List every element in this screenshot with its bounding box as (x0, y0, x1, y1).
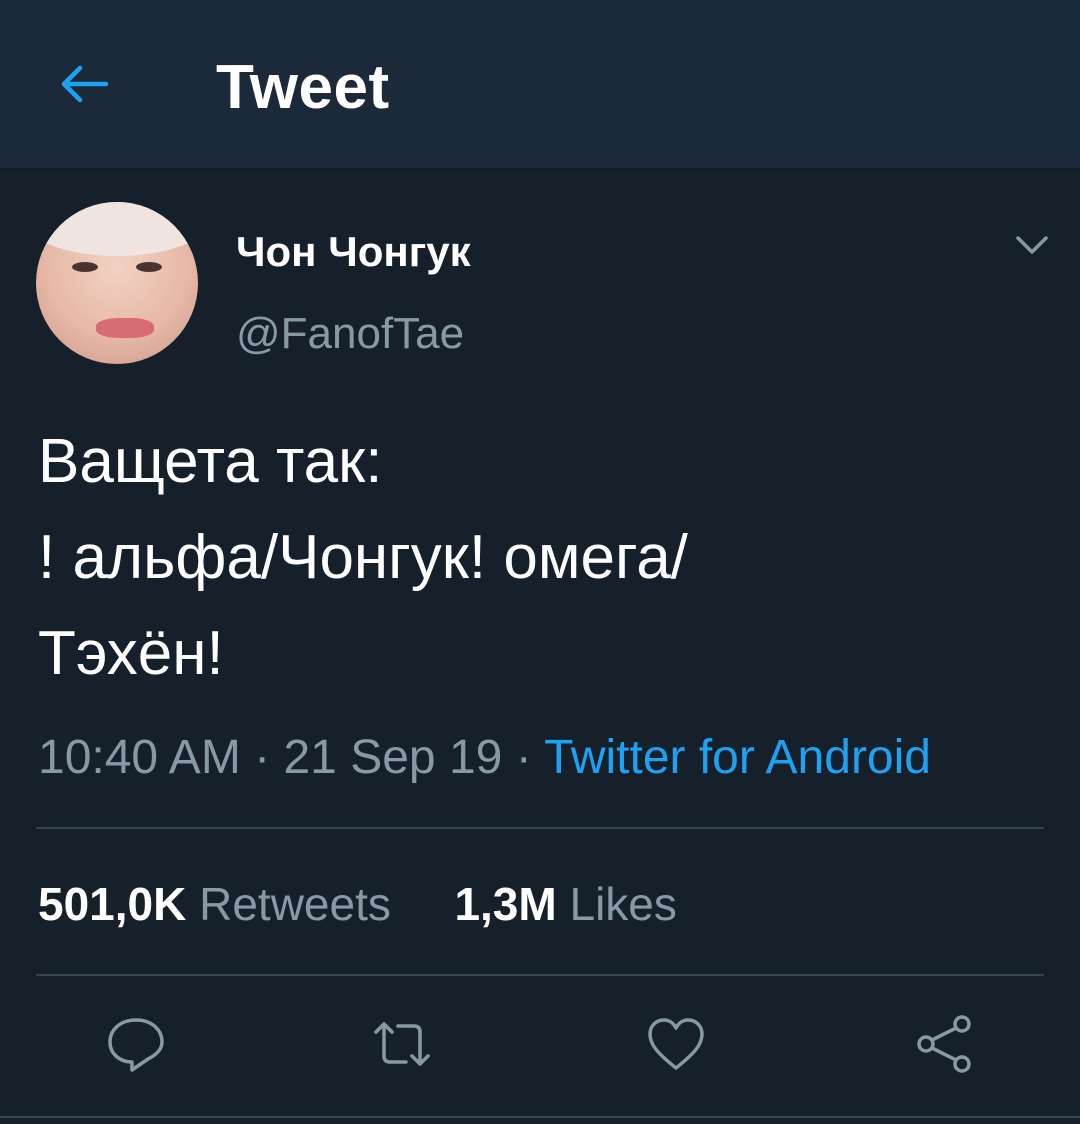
tweet-stats: 501,0K Retweets 1,3M Likes (38, 874, 677, 934)
divider (36, 974, 1044, 976)
author-handle[interactable]: @FanofTae (236, 308, 464, 360)
tweet-text-line: Тэхён! (38, 619, 224, 688)
author-display-name[interactable]: Чон Чонгук (236, 226, 471, 278)
tweet-text: Ващета так: ! альфа/Чонгук! омега/ Тэхён… (38, 414, 1048, 702)
tweet-time: 10:40 AM (38, 731, 241, 784)
meta-separator: · (515, 731, 532, 784)
retweets-label: Retweets (199, 878, 391, 930)
likes-count: 1,3M (454, 878, 557, 930)
tweet-metadata: 10:40 AM · 21 Sep 19 · Twitter for Andro… (38, 728, 931, 788)
avatar-hair (36, 202, 198, 256)
share-icon[interactable] (912, 1012, 976, 1076)
avatar-mouth (96, 318, 154, 338)
tweet-date: 21 Sep 19 (283, 731, 503, 784)
divider (36, 827, 1044, 829)
retweets-count: 501,0K (38, 878, 187, 930)
like-icon[interactable] (644, 1012, 708, 1076)
reply-icon[interactable] (104, 1012, 168, 1076)
tweet-text-line: Ващета так: (38, 427, 383, 496)
tweet-source-link[interactable]: Twitter for Android (544, 731, 931, 784)
header-shadow (0, 168, 1080, 174)
arrow-left-icon[interactable] (56, 60, 112, 108)
likes-label: Likes (569, 878, 677, 930)
avatar-eye-right (136, 262, 162, 272)
bottom-divider (0, 1116, 1080, 1118)
likes-stat[interactable]: 1,3M Likes (454, 878, 676, 930)
meta-separator: · (254, 731, 271, 784)
avatar[interactable] (36, 202, 198, 364)
avatar-eye-left (72, 262, 98, 272)
tweet-text-line: ! альфа/Чонгук! омега/ (38, 523, 688, 592)
page-title: Tweet (216, 53, 390, 122)
retweet-icon[interactable] (370, 1012, 434, 1076)
retweets-stat[interactable]: 501,0K Retweets (38, 878, 404, 930)
top-app-bar: Tweet (0, 0, 1080, 168)
chevron-down-icon[interactable] (1012, 232, 1052, 258)
